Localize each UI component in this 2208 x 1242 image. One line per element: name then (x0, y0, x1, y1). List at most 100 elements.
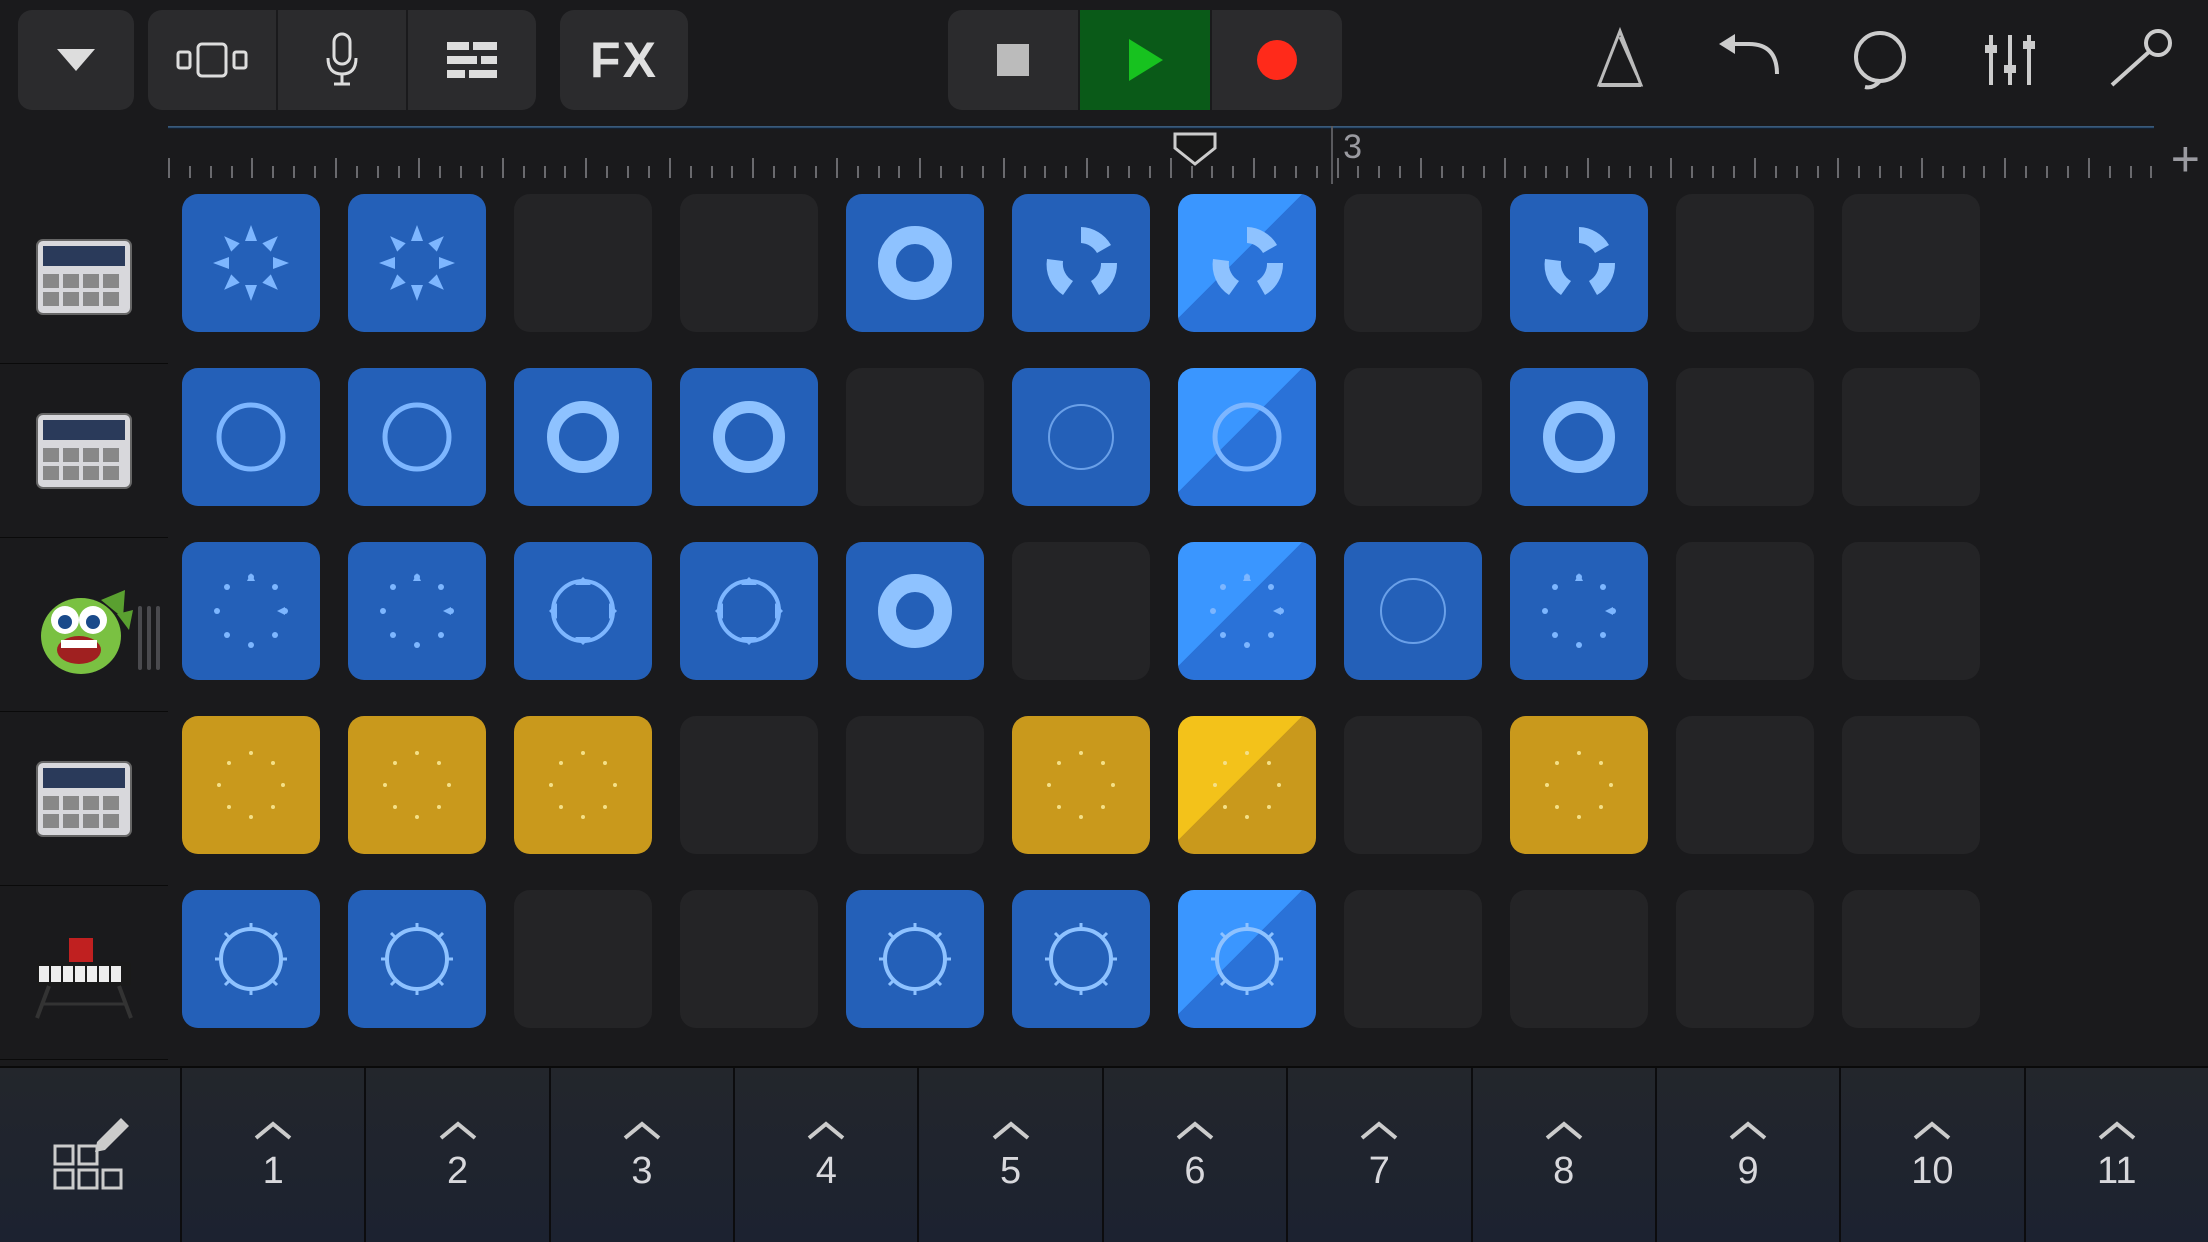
loop-cell[interactable] (1178, 194, 1316, 332)
empty-cell[interactable] (846, 368, 984, 506)
empty-cell[interactable] (1344, 890, 1482, 1028)
empty-cell[interactable] (1842, 368, 1980, 506)
empty-cell[interactable] (680, 890, 818, 1028)
loop-browser-button[interactable] (1830, 10, 1930, 110)
loop-cell[interactable] (1012, 890, 1150, 1028)
tracks-view-button[interactable] (148, 10, 276, 110)
loop-cell[interactable] (182, 716, 320, 854)
loop-cell[interactable] (348, 890, 486, 1028)
empty-cell[interactable] (1676, 716, 1814, 854)
empty-cell[interactable] (680, 194, 818, 332)
record-button[interactable] (1212, 10, 1342, 110)
undo-button[interactable] (1700, 10, 1800, 110)
empty-cell[interactable] (1842, 716, 1980, 854)
grid-edit-button[interactable] (0, 1068, 182, 1242)
empty-cell[interactable] (1510, 890, 1648, 1028)
loop-cell[interactable] (348, 194, 486, 332)
metronome-button[interactable] (1570, 10, 1670, 110)
live-loops-button[interactable] (408, 10, 536, 110)
loop-waveform-icon (1033, 389, 1129, 485)
play-button[interactable] (1080, 10, 1210, 110)
loop-cell[interactable] (514, 542, 652, 680)
column-trigger[interactable]: 7 (1288, 1068, 1472, 1242)
empty-cell[interactable] (1344, 368, 1482, 506)
column-trigger[interactable]: 1 (182, 1068, 366, 1242)
view-menu-button[interactable] (18, 10, 134, 110)
track-header[interactable] (0, 886, 168, 1060)
ruler-tick (1879, 166, 1881, 178)
ruler-tick (439, 166, 441, 178)
column-trigger[interactable]: 10 (1841, 1068, 2025, 1242)
empty-cell[interactable] (1676, 194, 1814, 332)
ruler-tick (2004, 158, 2006, 178)
loop-cell[interactable] (1012, 716, 1150, 854)
fx-button[interactable]: FX (560, 10, 688, 110)
empty-cell[interactable] (514, 194, 652, 332)
empty-cell[interactable] (1676, 542, 1814, 680)
empty-cell[interactable] (1012, 542, 1150, 680)
loop-cell[interactable] (846, 542, 984, 680)
loop-cell[interactable] (1178, 542, 1316, 680)
loop-cell[interactable] (514, 716, 652, 854)
loop-cell[interactable] (1510, 716, 1648, 854)
loop-cell[interactable] (182, 890, 320, 1028)
loop-cell[interactable] (680, 368, 818, 506)
column-trigger[interactable]: 8 (1473, 1068, 1657, 1242)
timeline-ruler[interactable]: 3 + (168, 126, 2194, 184)
loop-cell[interactable] (1012, 368, 1150, 506)
loop-cell[interactable] (1510, 542, 1648, 680)
empty-cell[interactable] (514, 890, 652, 1028)
empty-cell[interactable] (846, 716, 984, 854)
column-trigger[interactable]: 2 (366, 1068, 550, 1242)
loop-cell[interactable] (1178, 716, 1316, 854)
mixer-button[interactable] (1960, 10, 2060, 110)
empty-cell[interactable] (1344, 194, 1482, 332)
loop-cell[interactable] (182, 368, 320, 506)
column-trigger[interactable]: 3 (551, 1068, 735, 1242)
loop-cell[interactable] (348, 542, 486, 680)
grid-row (182, 194, 2192, 332)
empty-cell[interactable] (680, 716, 818, 854)
ruler-tick (314, 166, 316, 178)
loop-cell[interactable] (846, 890, 984, 1028)
stop-button[interactable] (948, 10, 1078, 110)
column-trigger[interactable]: 4 (735, 1068, 919, 1242)
column-trigger[interactable]: 6 (1104, 1068, 1288, 1242)
empty-cell[interactable] (1676, 368, 1814, 506)
ruler-tick (1963, 166, 1965, 178)
empty-cell[interactable] (1344, 716, 1482, 854)
bar-number-label: 3 (1343, 128, 1362, 167)
column-trigger[interactable]: 11 (2026, 1068, 2208, 1242)
loop-cell[interactable] (1012, 194, 1150, 332)
empty-cell[interactable] (1842, 194, 1980, 332)
ruler-tick (1629, 166, 1631, 178)
microphone-button[interactable] (278, 10, 406, 110)
empty-cell[interactable] (1842, 542, 1980, 680)
loop-cell[interactable] (1344, 542, 1482, 680)
track-header[interactable] (0, 190, 168, 364)
loop-cell[interactable] (1178, 890, 1316, 1028)
column-trigger[interactable]: 5 (919, 1068, 1103, 1242)
empty-cell[interactable] (1842, 890, 1980, 1028)
panel-drag-handle[interactable] (132, 598, 166, 678)
track-header[interactable] (0, 712, 168, 886)
loop-waveform-icon (867, 911, 963, 1007)
loop-cell[interactable] (348, 716, 486, 854)
loop-cell[interactable] (1510, 194, 1648, 332)
track-header[interactable] (0, 364, 168, 538)
loop-cell[interactable] (1178, 368, 1316, 506)
loop-cell[interactable] (1510, 368, 1648, 506)
playhead-icon[interactable] (1171, 130, 1219, 166)
drum-machine-icon (29, 396, 139, 506)
loop-cell[interactable] (514, 368, 652, 506)
empty-cell[interactable] (1676, 890, 1814, 1028)
loop-cell[interactable] (348, 368, 486, 506)
column-trigger[interactable]: 9 (1657, 1068, 1841, 1242)
loop-cell[interactable] (182, 194, 320, 332)
loop-cell[interactable] (680, 542, 818, 680)
add-column-button[interactable]: + (2171, 130, 2200, 188)
loop-cell[interactable] (846, 194, 984, 332)
ruler-tick (1817, 166, 1819, 178)
settings-button[interactable] (2090, 10, 2190, 110)
loop-cell[interactable] (182, 542, 320, 680)
